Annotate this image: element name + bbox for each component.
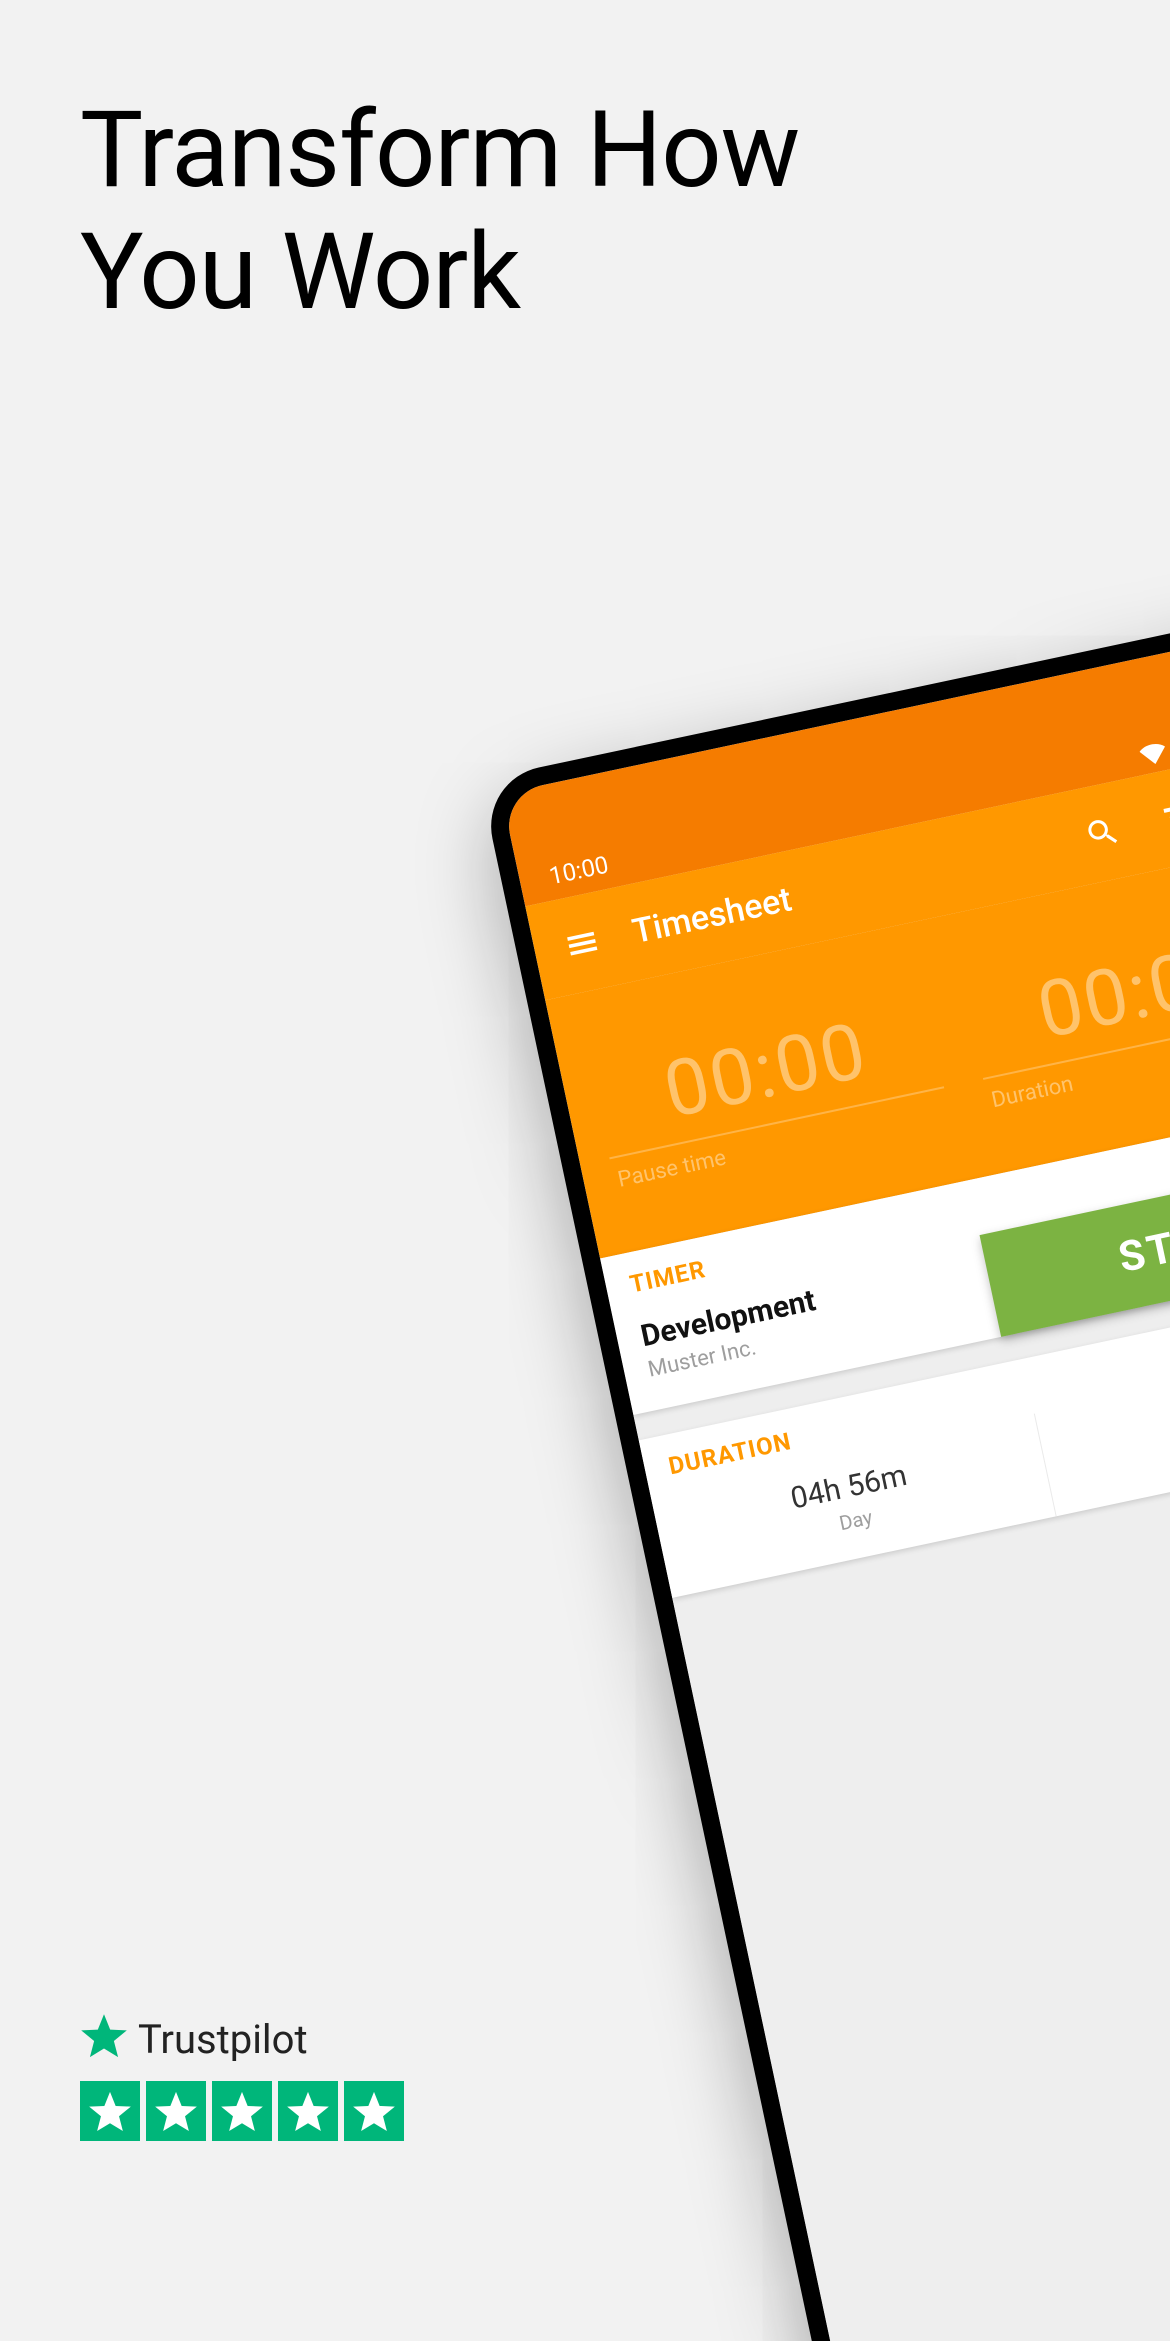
status-clock: 10:00: [541, 851, 612, 894]
filter-icon[interactable]: [1146, 783, 1170, 849]
trustpilot-star-icon: [80, 2013, 128, 2065]
menu-icon[interactable]: [549, 910, 615, 976]
trustpilot-rating: [80, 2081, 404, 2141]
phone-screen: 10:00 LTE Timesheet: [501, 631, 1170, 2341]
trustpilot-name: Trustpilot: [138, 2016, 308, 2063]
rating-star-icon: [212, 2081, 272, 2141]
headline: Transform How You Work: [80, 90, 799, 334]
wifi-icon: [1138, 740, 1168, 767]
rating-star-icon: [278, 2081, 338, 2141]
search-icon[interactable]: [1069, 800, 1135, 866]
trustpilot-widget: Trustpilot: [80, 2013, 404, 2141]
phone-mockup: 10:00 LTE Timesheet: [480, 610, 1170, 2341]
duration-value: 00:00: [963, 912, 1170, 1080]
rating-star-icon: [80, 2081, 140, 2141]
rating-star-icon: [146, 2081, 206, 2141]
rating-star-icon: [344, 2081, 404, 2141]
